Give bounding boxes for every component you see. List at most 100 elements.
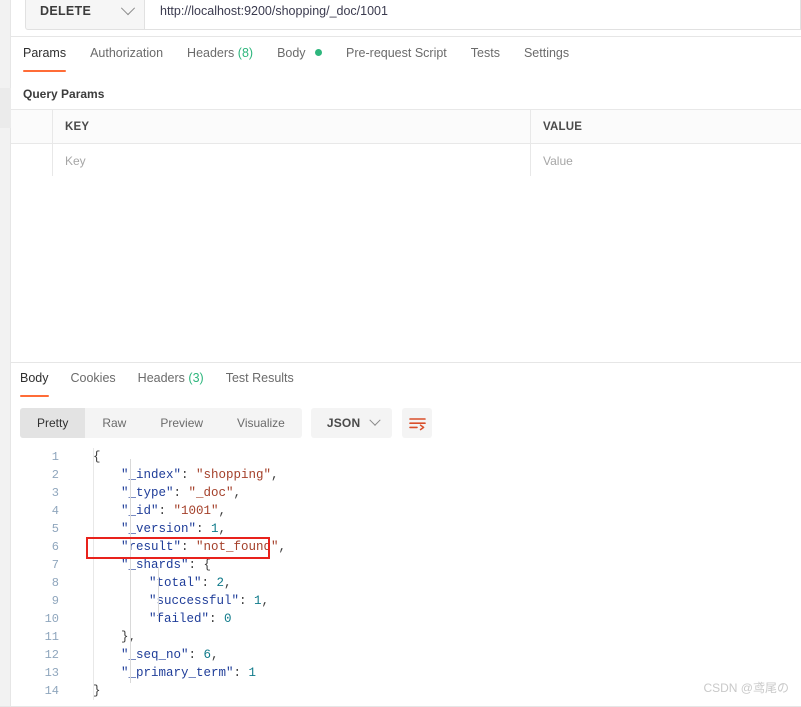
code-token: 1 — [254, 594, 262, 608]
code-token: : — [181, 540, 197, 554]
code-token: , — [211, 648, 219, 662]
line-number: 4 — [51, 504, 59, 518]
line-number: 6 — [51, 540, 59, 554]
tab-body-label: Body — [277, 46, 306, 60]
row-checkbox-cell[interactable] — [11, 144, 53, 177]
body-indicator-dot-icon — [315, 49, 323, 56]
request-url-text: http://localhost:9200/shopping/_doc/1001 — [160, 4, 388, 18]
tab-headers-label: Headers — [187, 46, 235, 60]
code-token: 6 — [203, 648, 212, 662]
code-line-text: "_shards": { — [71, 558, 211, 572]
wrap-lines-button[interactable] — [402, 408, 433, 438]
code-line-text: "_primary_term": 1 — [71, 666, 256, 680]
view-mode-visualize[interactable]: Visualize — [220, 408, 302, 438]
line-number: 14 — [44, 684, 59, 698]
tab-headers[interactable]: Headers (8) — [187, 45, 253, 72]
view-mode-pretty[interactable]: Pretty — [20, 408, 86, 438]
view-mode-pretty-label: Pretty — [37, 416, 69, 430]
code-token: : { — [188, 558, 212, 572]
tab-body[interactable]: Body — [277, 45, 323, 72]
request-url-bar: DELETE http://localhost:9200/shopping/_d… — [11, 0, 801, 37]
code-token: { — [93, 450, 101, 464]
param-value-placeholder: Value — [543, 153, 573, 168]
code-line-text: "_version": 1, — [71, 522, 226, 536]
table-row: Key Value — [11, 144, 801, 178]
line-number: 2 — [51, 468, 59, 482]
code-token: : — [173, 486, 189, 500]
left-rail-active-tab[interactable] — [0, 88, 11, 128]
code-line-text: "successful": 1, — [71, 594, 269, 608]
response-view-mode-group: Pretty Raw Preview Visualize — [20, 408, 302, 438]
view-mode-preview-label: Preview — [160, 416, 204, 430]
tab-response-body-label: Body — [20, 371, 49, 385]
line-number: 1 — [51, 450, 59, 464]
code-token: "_id" — [121, 504, 159, 518]
code-token: 2 — [216, 576, 225, 590]
code-line-text: "_id": "1001", — [71, 504, 226, 518]
param-key-input[interactable]: Key — [53, 144, 531, 177]
code-token: , — [261, 594, 270, 608]
code-line: 14} — [11, 682, 801, 700]
code-line-text: } — [71, 684, 101, 698]
tab-response-headers-label: Headers — [137, 371, 185, 385]
chevron-down-icon — [120, 1, 136, 16]
tab-test-results[interactable]: Test Results — [226, 370, 294, 397]
tab-pre-request-script[interactable]: Pre-request Script — [346, 45, 447, 72]
fold-guide-inner — [158, 567, 159, 621]
code-line-text: "failed": 0 — [71, 612, 232, 626]
code-token: "successful" — [149, 594, 240, 608]
param-value-input[interactable]: Value — [531, 144, 801, 177]
table-header-row: KEY VALUE — [11, 110, 801, 144]
code-line-text: { — [71, 450, 101, 464]
code-token: , — [224, 576, 232, 590]
tab-authorization[interactable]: Authorization — [90, 45, 163, 72]
code-token: }, — [121, 630, 137, 644]
tab-response-cookies[interactable]: Cookies — [71, 370, 116, 397]
tab-params-label: Params — [23, 46, 67, 60]
http-method-label: DELETE — [40, 4, 92, 18]
text-wrap-icon — [409, 417, 426, 430]
code-token: "_doc" — [188, 486, 234, 500]
line-number: 7 — [51, 558, 59, 572]
code-token: "_version" — [121, 522, 197, 536]
view-mode-raw-label: Raw — [102, 416, 127, 430]
line-number: 12 — [44, 648, 59, 662]
code-token: , — [218, 504, 227, 518]
code-line-text: "_type": "_doc", — [71, 486, 241, 500]
code-token: : — [196, 522, 212, 536]
tab-tests-label: Tests — [470, 46, 500, 60]
request-tab-bar: Params Authorization Headers (8) Body Pr… — [11, 45, 801, 78]
code-line-text: "total": 2, — [71, 576, 232, 590]
tab-settings[interactable]: Settings — [524, 45, 569, 72]
view-mode-preview[interactable]: Preview — [143, 408, 220, 438]
code-token: 1 — [211, 522, 219, 536]
tab-tests[interactable]: Tests — [471, 45, 500, 72]
watermark-text: CSDN @鸢尾の — [703, 681, 789, 695]
view-mode-visualize-label: Visualize — [237, 416, 285, 430]
tab-params[interactable]: Params — [23, 45, 67, 72]
code-token: : — [201, 576, 217, 590]
column-header-key-label: KEY — [65, 120, 90, 133]
code-token: : — [239, 594, 255, 608]
response-tab-bar: Body Cookies Headers (3) Test Results — [11, 370, 801, 400]
params-empty-area — [11, 176, 801, 362]
tab-response-headers[interactable]: Headers (3) — [138, 370, 204, 397]
line-number: 13 — [44, 666, 59, 680]
tab-response-body[interactable]: Body — [20, 370, 49, 397]
code-token: , — [271, 468, 279, 482]
response-format-dropdown[interactable]: JSON — [310, 408, 393, 438]
http-method-dropdown[interactable]: DELETE — [25, 0, 145, 30]
query-params-title: Query Params — [23, 87, 105, 101]
request-url-input[interactable]: http://localhost:9200/shopping/_doc/1001 — [145, 0, 801, 30]
view-mode-raw[interactable]: Raw — [85, 408, 143, 438]
line-number: 9 — [51, 594, 59, 608]
response-body-viewer[interactable]: 1 {2 "_index": "shopping", 3 "_type": "_doc"… — [11, 448, 801, 700]
code-token: , — [278, 540, 287, 554]
line-number: 10 — [44, 612, 59, 626]
gutter-divider — [93, 448, 94, 700]
code-token: 0 — [224, 612, 232, 626]
tab-pre-request-script-label: Pre-request Script — [346, 46, 447, 60]
select-all-checkbox-cell[interactable] — [11, 110, 53, 143]
code-token: : — [209, 612, 225, 626]
response-pane-divider[interactable] — [11, 362, 801, 363]
